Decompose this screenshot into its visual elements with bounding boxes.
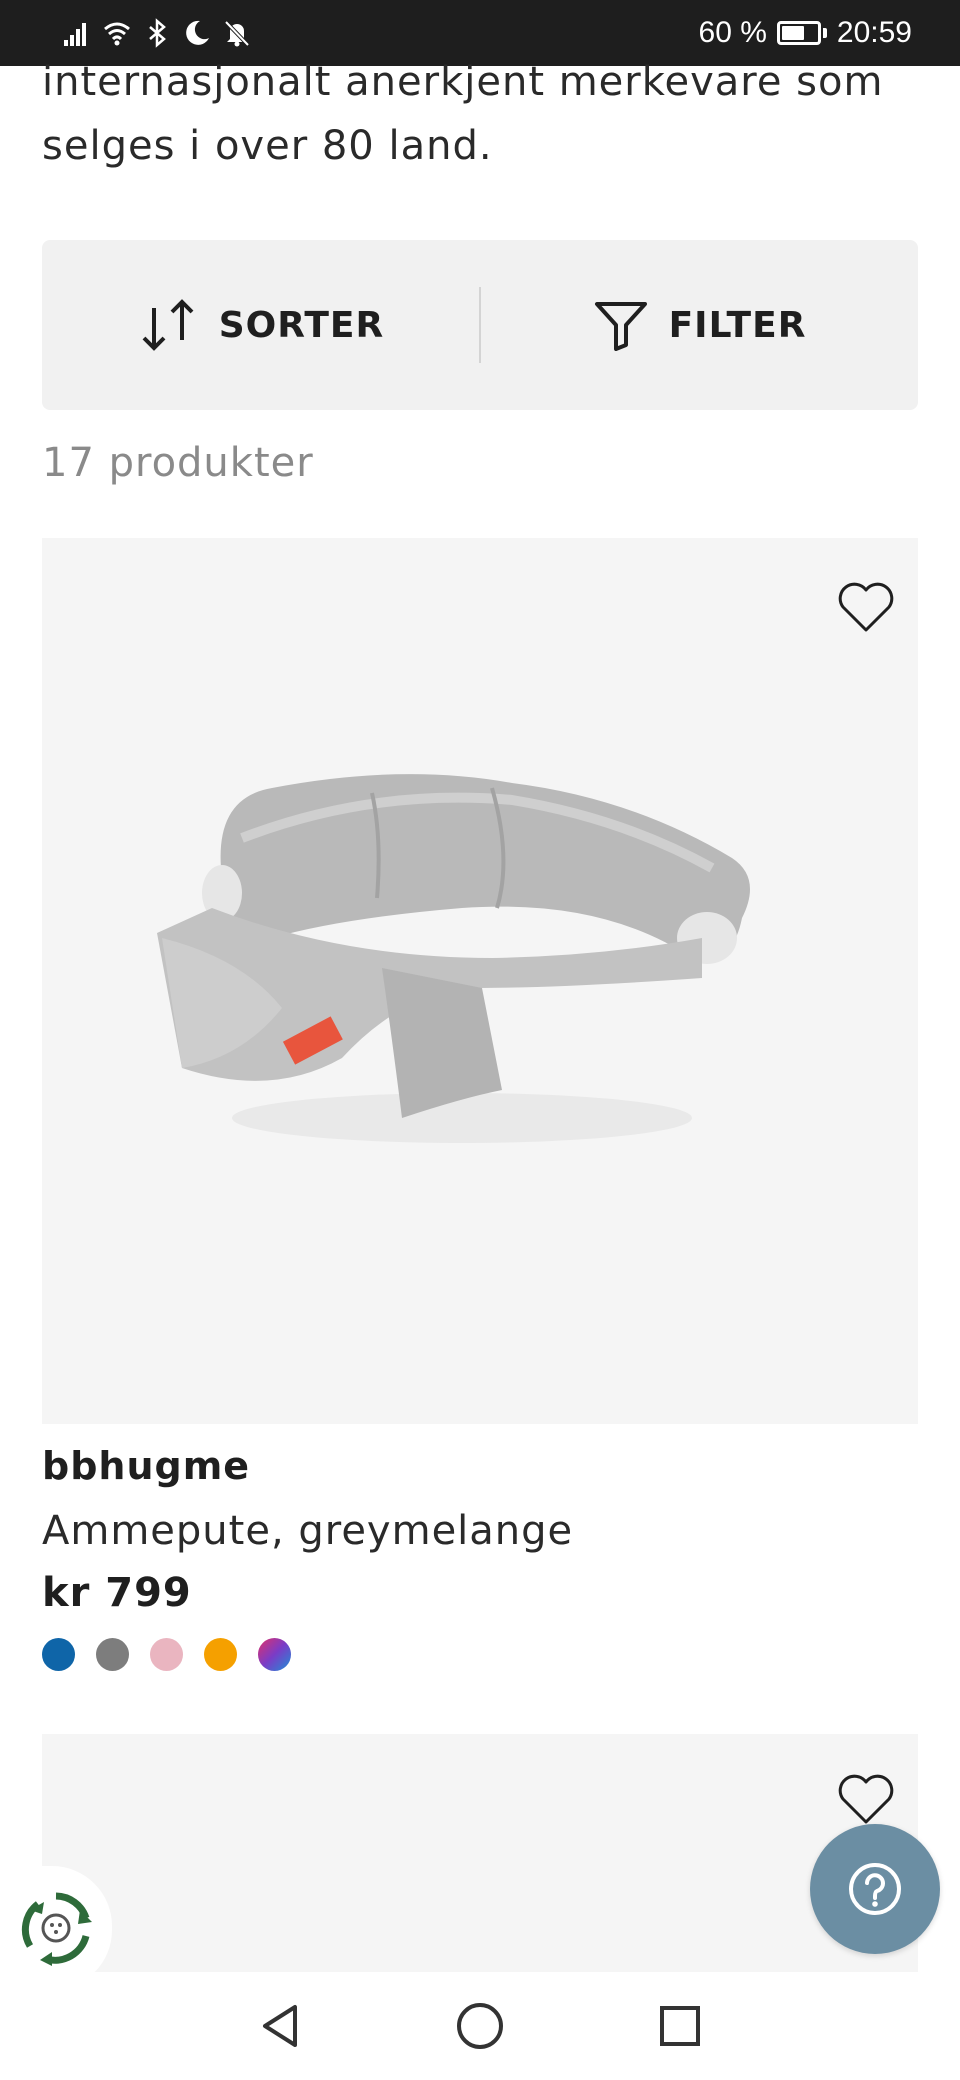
question-mark-icon bbox=[849, 1863, 901, 1915]
product-count: 17 produkter bbox=[42, 440, 314, 486]
help-button[interactable] bbox=[810, 1824, 940, 1954]
filter-label: FILTER bbox=[668, 304, 807, 346]
battery-percent: 60 % bbox=[698, 16, 767, 49]
navigation-bar bbox=[0, 1972, 960, 2080]
nursing-pillow-image bbox=[157, 774, 751, 1143]
status-icons-right: 60 % 20:59 bbox=[699, 16, 912, 50]
product-image[interactable] bbox=[42, 538, 918, 1424]
swatch-blue[interactable] bbox=[42, 1638, 75, 1671]
product-name[interactable]: Ammepute, greymelange bbox=[42, 1508, 573, 1554]
recents-button[interactable] bbox=[650, 1996, 710, 2056]
heart-outline-icon[interactable] bbox=[836, 1772, 896, 1826]
back-triangle-icon bbox=[263, 2005, 297, 2047]
product-brand[interactable]: bbhugme bbox=[42, 1444, 250, 1488]
funnel-icon bbox=[594, 302, 647, 351]
filter-button[interactable]: FILTER bbox=[481, 240, 918, 410]
swatch-pink[interactable] bbox=[150, 1638, 183, 1671]
mute-bell-icon bbox=[224, 20, 250, 47]
home-circle-icon bbox=[457, 2003, 503, 2049]
signal-icon bbox=[64, 23, 86, 46]
product-image-2[interactable] bbox=[42, 1734, 918, 1974]
swatch-orange[interactable] bbox=[204, 1638, 237, 1671]
home-button[interactable] bbox=[450, 1996, 510, 2056]
recycle-badge-icon bbox=[21, 1892, 92, 1966]
product-price: kr 799 bbox=[42, 1570, 192, 1616]
swatch-grey[interactable] bbox=[96, 1638, 129, 1671]
battery-icon bbox=[776, 21, 827, 45]
bluetooth-icon bbox=[149, 18, 166, 48]
sort-arrows-icon bbox=[142, 299, 194, 351]
sort-filter-bar: SORTER FILTER bbox=[42, 240, 918, 410]
recents-square-icon bbox=[660, 2006, 700, 2046]
category-description: internasjonalt anerkjent merkevare som s… bbox=[42, 50, 922, 178]
wifi-icon bbox=[104, 22, 130, 46]
sort-label: SORTER bbox=[218, 304, 385, 346]
status-icons-left bbox=[62, 18, 252, 48]
sort-button[interactable]: SORTER bbox=[42, 240, 479, 410]
clock: 20:59 bbox=[836, 16, 912, 49]
description-line-2: selges i over 80 land. bbox=[42, 123, 493, 169]
swatch-multicolor[interactable] bbox=[258, 1638, 291, 1671]
back-button[interactable] bbox=[250, 1996, 310, 2056]
color-swatches bbox=[42, 1638, 291, 1671]
moon-icon bbox=[186, 20, 209, 45]
description-line-1: internasjonalt anerkjent merkevare som bbox=[42, 59, 884, 105]
